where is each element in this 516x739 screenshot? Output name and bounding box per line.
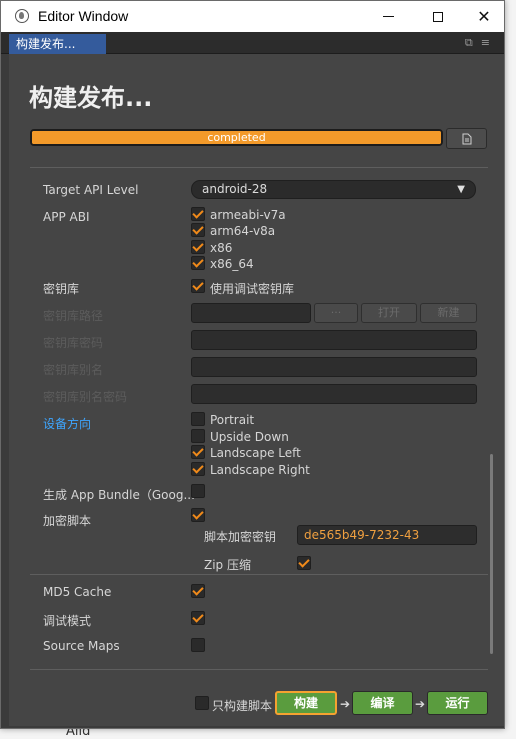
abi-option-label: x86: [210, 241, 233, 255]
abi-option-label: armeabi-v7a: [210, 208, 286, 222]
abi-option-label: arm64-v8a: [210, 224, 276, 238]
script-key-label: 脚本加密密钥: [204, 530, 277, 544]
title-bar[interactable]: Editor Window ✕: [1, 1, 504, 32]
build-button[interactable]: 构建: [275, 691, 337, 715]
arrow-right-icon: ➔: [415, 697, 426, 711]
menu-icon[interactable]: ≡: [481, 36, 498, 49]
tab-build-publish[interactable]: 构建发布...: [9, 34, 106, 54]
keystore-password-input[interactable]: [191, 330, 477, 350]
target-api-level-label: Target API Level: [43, 183, 139, 197]
panel-menu-icons[interactable]: ⧉≡: [465, 36, 498, 50]
target-api-level-select[interactable]: android-28 ▼: [191, 180, 476, 199]
orientation-option-label: Upside Down: [210, 430, 289, 444]
open-folder-button[interactable]: [446, 128, 487, 149]
browse-button[interactable]: ···: [314, 303, 358, 323]
keystore-alias-password-input[interactable]: [191, 384, 477, 404]
orientation-option-label: Landscape Right: [210, 463, 310, 477]
keystore-alias-password-label: 密钥库别名密码: [43, 390, 128, 404]
checkbox-abi-x86-64[interactable]: [191, 256, 205, 270]
abi-option-label: x86_64: [210, 257, 254, 271]
checkbox-use-debug-keystore[interactable]: [191, 279, 205, 293]
app-logo-icon: [15, 9, 29, 23]
target-api-level-value: android-28: [202, 182, 268, 196]
zip-compress-label: Zip 压缩: [204, 558, 251, 572]
checkbox-abi-arm64-v8a[interactable]: [191, 223, 205, 237]
source-maps-label: Source Maps: [43, 639, 120, 653]
build-panel: 构建发布... completed Target API Level andro…: [9, 54, 504, 726]
checkbox-abi-armeabi-v7a[interactable]: [191, 207, 205, 221]
arrow-right-icon: ➔: [340, 697, 351, 711]
close-button[interactable]: ✕: [461, 1, 507, 32]
divider: [30, 574, 488, 575]
checkbox-app-bundle[interactable]: [191, 484, 205, 498]
build-script-only-label: 只构建脚本: [212, 699, 273, 713]
compile-button[interactable]: 编译: [352, 691, 413, 715]
document-icon: [462, 133, 472, 145]
checkbox-landscape-right[interactable]: [191, 462, 205, 476]
checkbox-landscape-left[interactable]: [191, 445, 205, 459]
script-key-input[interactable]: de565b49-7232-43: [297, 525, 477, 545]
checkbox-encrypt-script[interactable]: [191, 508, 205, 522]
encrypt-script-label: 加密脚本: [43, 514, 92, 528]
progress-label: completed: [207, 131, 266, 144]
checkbox-upside-down[interactable]: [191, 429, 205, 443]
page-title: 构建发布...: [29, 84, 153, 112]
orientation-option-label: Landscape Left: [210, 446, 301, 460]
orientation-option-label: Portrait: [210, 413, 255, 427]
run-button[interactable]: 运行: [427, 691, 488, 715]
checkbox-abi-x86[interactable]: [191, 240, 205, 254]
keystore-alias-input[interactable]: [191, 357, 477, 377]
checkbox-zip-compress[interactable]: [297, 556, 311, 570]
divider: [30, 167, 488, 168]
checkbox-source-maps[interactable]: [191, 638, 205, 652]
debug-mode-label: 调试模式: [43, 614, 92, 628]
maximize-button[interactable]: [415, 1, 461, 32]
keystore-label: 密钥库: [43, 282, 80, 296]
checkbox-debug-mode[interactable]: [191, 611, 205, 625]
scrollbar[interactable]: [490, 454, 493, 654]
maximize-icon: [433, 11, 443, 22]
keystore-path-input[interactable]: [191, 303, 311, 323]
open-keystore-button[interactable]: 打开: [361, 303, 417, 323]
keystore-alias-label: 密钥库别名: [43, 363, 104, 377]
build-progress-bar: completed: [30, 129, 443, 146]
app-abi-label: APP ABI: [43, 210, 90, 224]
use-debug-keystore-label: 使用调试密钥库: [210, 282, 295, 296]
keystore-path-label: 密钥库路径: [43, 309, 104, 323]
keystore-password-label: 密钥库密码: [43, 336, 104, 350]
checkbox-portrait[interactable]: [191, 412, 205, 426]
minimize-button[interactable]: [365, 1, 411, 32]
checkbox-md5-cache[interactable]: [191, 584, 205, 598]
orientation-label[interactable]: 设备方向: [43, 415, 91, 432]
dropdown-arrow-icon: ▼: [457, 184, 465, 195]
minimize-icon: [382, 16, 394, 17]
divider: [30, 669, 488, 670]
new-keystore-button[interactable]: 新建: [420, 303, 477, 323]
close-icon: ✕: [477, 7, 491, 26]
window-title: Editor Window: [38, 8, 129, 24]
checkbox-build-script-only[interactable]: [195, 696, 209, 710]
panel-tab-bar: 构建发布... ⧉≡: [1, 32, 504, 54]
editor-window: Editor Window ✕ 构建发布... ⧉≡ 构建发布... compl…: [0, 0, 505, 729]
md5-cache-label: MD5 Cache: [43, 585, 112, 599]
app-bundle-label: 生成 App Bundle（Goog...: [43, 488, 195, 502]
popout-icon[interactable]: ⧉: [465, 36, 481, 49]
